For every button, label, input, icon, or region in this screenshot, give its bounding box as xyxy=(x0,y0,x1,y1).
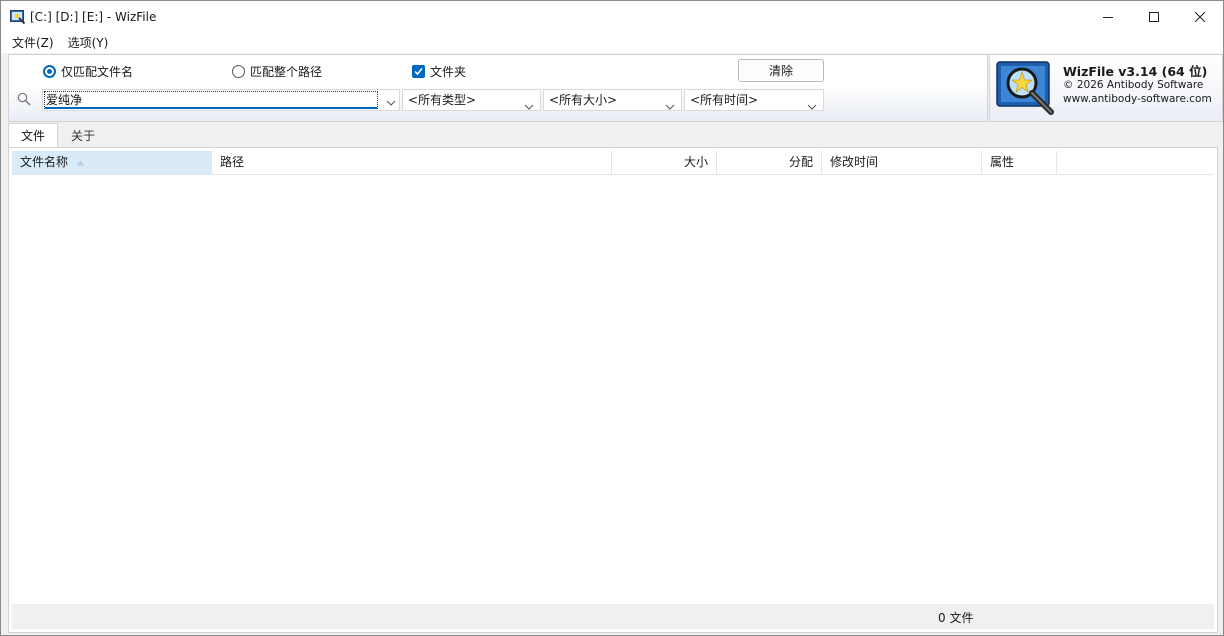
type-filter-value: <所有类型> xyxy=(408,93,477,107)
chevron-down-icon[interactable] xyxy=(386,96,396,106)
search-options-row: 仅匹配文件名 匹配整个路径 文件夹 xyxy=(9,63,987,81)
maximize-button[interactable] xyxy=(1131,1,1177,33)
clear-button[interactable]: 清除 xyxy=(738,59,824,82)
size-filter-select[interactable]: <所有大小> xyxy=(543,89,682,111)
folders-option[interactable]: 文件夹 xyxy=(412,63,466,80)
match-filename-label: 仅匹配文件名 xyxy=(61,65,134,79)
chevron-down-icon xyxy=(665,97,675,110)
column-name-label: 文件名称 xyxy=(20,155,69,169)
type-filter-select[interactable]: <所有类型> xyxy=(402,89,541,111)
time-filter-select[interactable]: <所有时间> xyxy=(684,89,824,111)
size-filter-value: <所有大小> xyxy=(549,93,618,107)
menu-options[interactable]: 选项(Y) xyxy=(61,33,116,53)
window-title: [C:] [D:] [E:] - WizFile xyxy=(30,10,157,24)
status-bar: 0 文件 xyxy=(12,604,1214,629)
window-controls xyxy=(1085,1,1223,33)
match-filename-option[interactable]: 仅匹配文件名 xyxy=(43,63,133,80)
list-header: 文件名称 路径 大小 分配 修改时间 属性 xyxy=(12,151,1214,175)
wizfile-window: [C:] [D:] [E:] - WizFile 文件(Z) 选项(Y) 仅匹配… xyxy=(0,0,1224,636)
title-bar[interactable]: [C:] [D:] [E:] - WizFile xyxy=(1,1,1223,33)
file-count-text: 0 文件 xyxy=(938,611,974,625)
menu-bar: 文件(Z) 选项(Y) xyxy=(1,33,1223,53)
folders-label: 文件夹 xyxy=(430,65,467,79)
minimize-icon xyxy=(1103,17,1113,18)
chevron-down-icon xyxy=(524,97,534,110)
tab-files[interactable]: 文件 xyxy=(8,123,59,148)
column-header-attributes[interactable]: 属性 xyxy=(982,151,1057,174)
wizfile-logo xyxy=(995,59,1057,117)
sort-ascending-icon xyxy=(76,151,85,174)
match-fullpath-option[interactable]: 匹配整个路径 xyxy=(232,63,322,80)
column-header-path[interactable]: 路径 xyxy=(212,151,612,174)
copyright-text: © 2026 Antibody Software xyxy=(1063,79,1204,91)
branding-panel: WizFile v3.14 (64 位) © 2026 Antibody Sof… xyxy=(989,54,1223,122)
maximize-icon xyxy=(1149,12,1159,22)
chevron-down-icon xyxy=(807,97,817,110)
close-icon xyxy=(1195,12,1205,22)
close-button[interactable] xyxy=(1177,1,1223,33)
search-combo[interactable] xyxy=(42,89,400,111)
menu-file[interactable]: 文件(Z) xyxy=(5,33,61,53)
minimize-button[interactable] xyxy=(1085,1,1131,33)
search-icon xyxy=(17,92,31,106)
search-panel: 仅匹配文件名 匹配整个路径 文件夹 清除 <所有类型> xyxy=(8,54,988,122)
tab-about[interactable]: 关于 xyxy=(58,123,108,148)
wizfile-app-icon xyxy=(10,9,26,25)
match-fullpath-label: 匹配整个路径 xyxy=(250,65,323,79)
results-list[interactable]: 文件名称 路径 大小 分配 修改时间 属性 0 文件 xyxy=(8,147,1218,633)
tab-strip: 文件 关于 xyxy=(8,123,108,148)
column-header-allocated[interactable]: 分配 xyxy=(717,151,822,174)
website-link[interactable]: www.antibody-software.com xyxy=(1063,93,1212,105)
match-fullpath-radio[interactable] xyxy=(232,65,245,78)
column-header-modified[interactable]: 修改时间 xyxy=(822,151,982,174)
app-version-title: WizFile v3.14 (64 位) xyxy=(1063,64,1208,79)
column-header-size[interactable]: 大小 xyxy=(612,151,717,174)
search-input[interactable] xyxy=(44,91,378,109)
time-filter-value: <所有时间> xyxy=(690,93,759,107)
match-filename-radio[interactable] xyxy=(43,65,56,78)
column-header-spacer xyxy=(1057,151,1214,174)
column-header-name[interactable]: 文件名称 xyxy=(12,151,212,174)
folders-checkbox[interactable] xyxy=(412,65,425,78)
checkmark-icon xyxy=(414,68,423,76)
